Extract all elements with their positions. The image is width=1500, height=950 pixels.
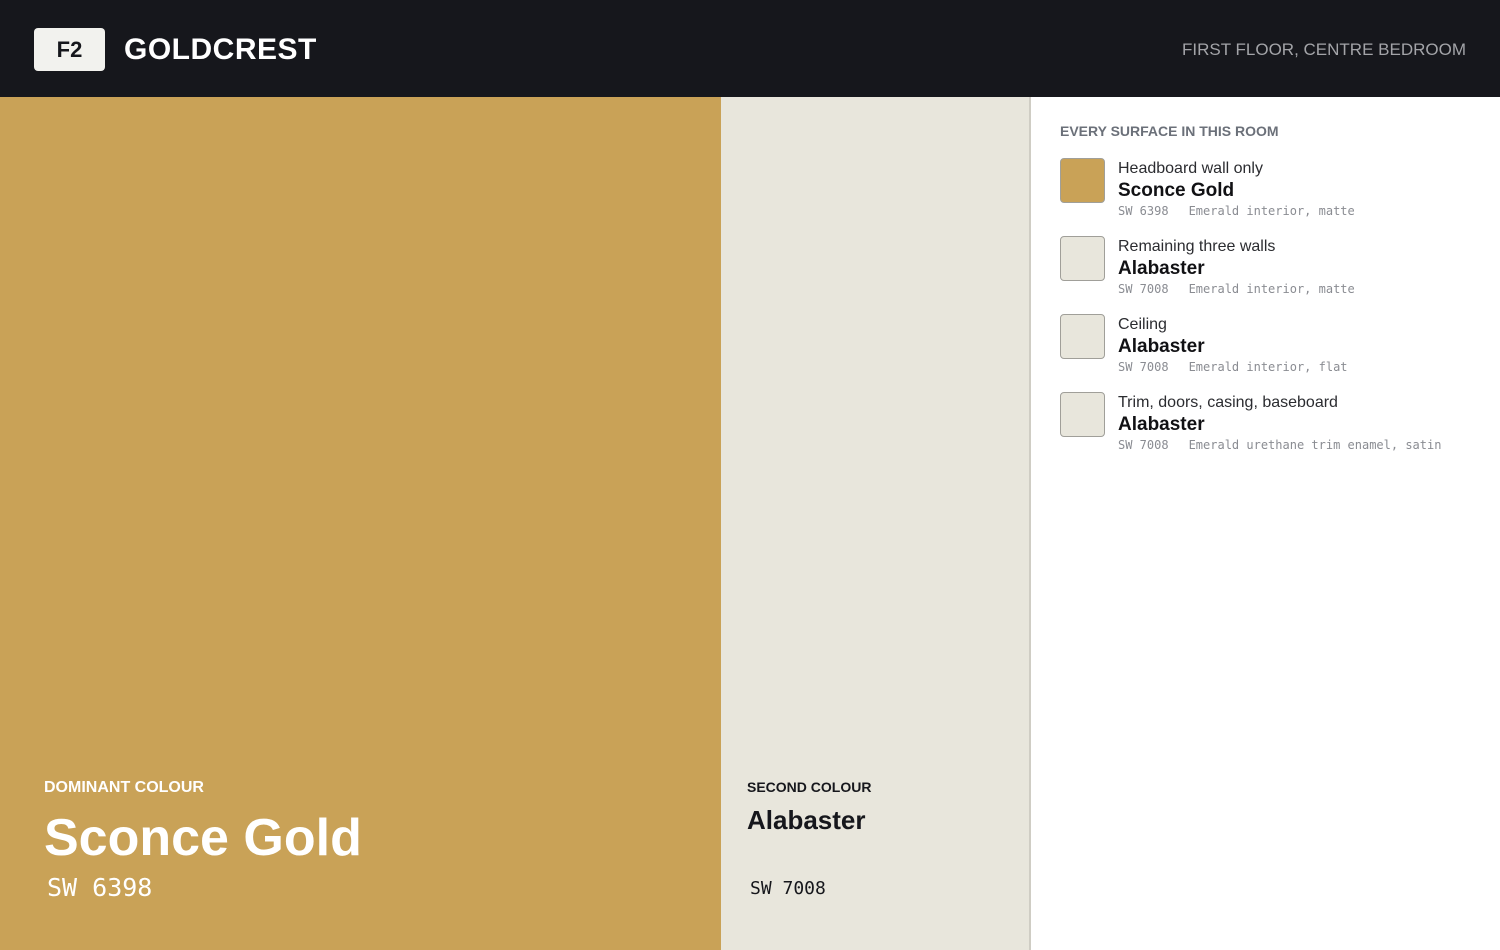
dominant-colour-name: Sconce Gold <box>44 809 362 867</box>
brand-name: GOLDCREST <box>124 33 317 66</box>
surface-code: SW 6398 <box>1118 204 1169 218</box>
surface-colour-name: Alabaster <box>1118 336 1205 357</box>
surface-colour-name: Alabaster <box>1118 258 1205 279</box>
surface-colour-name: Sconce Gold <box>1118 180 1235 201</box>
surface-label: Trim, doors, casing, baseboard <box>1118 394 1338 411</box>
second-colour-eyebrow: SECOND COLOUR <box>747 779 872 795</box>
surface-swatch <box>1060 392 1105 437</box>
surface-product: Emerald urethane trim enamel, satin <box>1188 438 1442 452</box>
dominant-colour-code: SW 6398 <box>47 873 153 902</box>
surface-code: SW 7008 <box>1118 282 1169 296</box>
surfaces-panel-title: EVERY SURFACE IN THIS ROOM <box>1060 123 1279 139</box>
surface-code: SW 7008 <box>1118 360 1169 374</box>
second-colour-name: Alabaster <box>747 805 866 835</box>
surface-colour-name: Alabaster <box>1118 414 1205 435</box>
room-code-badge: F2 <box>34 28 105 71</box>
surface-meta: SW 7008 Emerald interior, flat <box>1118 360 1348 374</box>
surface-swatch <box>1060 158 1105 203</box>
room-location: FIRST FLOOR, CENTRE BEDROOM <box>1182 40 1466 59</box>
surface-swatch <box>1060 314 1105 359</box>
surface-meta: SW 6398 Emerald interior, matte <box>1118 204 1355 218</box>
dominant-colour-block: DOMINANT COLOUR Sconce Gold SW 6398 <box>0 97 721 950</box>
surface-product: Emerald interior, flat <box>1188 360 1348 374</box>
second-colour-block: SECOND COLOUR Alabaster SW 7008 <box>721 97 1031 950</box>
surface-item-remaining-walls: Remaining three walls Alabaster SW 7008 E… <box>1060 236 1500 314</box>
surface-item-trim: Trim, doors, casing, baseboard Alabaster… <box>1060 392 1500 470</box>
dominant-colour-eyebrow: DOMINANT COLOUR <box>44 779 204 796</box>
surface-meta: SW 7008 Emerald interior, matte <box>1118 282 1355 296</box>
surface-list: Headboard wall only Sconce Gold SW 6398 E… <box>1060 158 1500 470</box>
surface-swatch <box>1060 236 1105 281</box>
top-bar: F2 GOLDCREST FIRST FLOOR, CENTRE BEDROOM <box>0 0 1500 97</box>
surface-item-ceiling: Ceiling Alabaster SW 7008 Emerald interio… <box>1060 314 1500 392</box>
surface-meta: SW 7008 Emerald urethane trim enamel, sat… <box>1118 438 1441 452</box>
surface-label: Headboard wall only <box>1118 160 1263 177</box>
surface-item-headboard-wall: Headboard wall only Sconce Gold SW 6398 E… <box>1060 158 1500 236</box>
surface-label: Remaining three walls <box>1118 238 1276 255</box>
surface-product: Emerald interior, matte <box>1188 282 1355 296</box>
surfaces-panel: EVERY SURFACE IN THIS ROOM Headboard wal… <box>1032 97 1500 950</box>
surface-product: Emerald interior, matte <box>1188 204 1355 218</box>
second-colour-code: SW 7008 <box>750 878 826 899</box>
surface-label: Ceiling <box>1118 316 1167 333</box>
surface-code: SW 7008 <box>1118 438 1169 452</box>
